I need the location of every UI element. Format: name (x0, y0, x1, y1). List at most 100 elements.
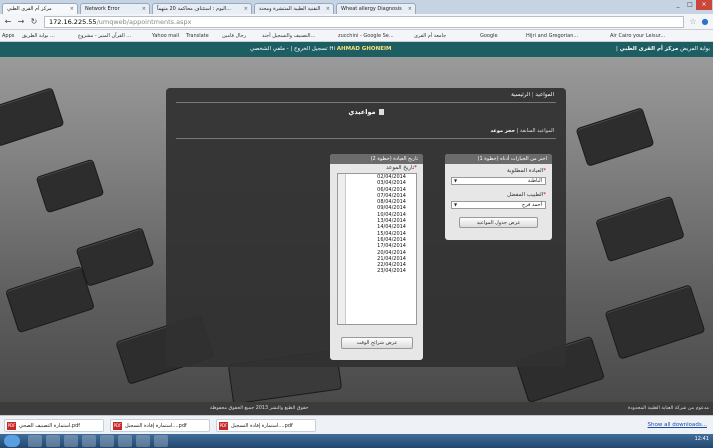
taskbar-app-icon[interactable] (46, 435, 60, 447)
tab-umm-alqura[interactable]: مركز أم القرى الطبي × (2, 3, 78, 14)
date-option[interactable]: 23/04/2014 (338, 268, 416, 274)
download-label: استمارة التصنيف الصحي.pdf (19, 423, 81, 429)
window-close-icon[interactable]: × (696, 0, 712, 10)
sub-tab-separator: | (516, 128, 519, 134)
taskbar: 12:41 (0, 434, 713, 448)
scrollbar[interactable] (338, 174, 346, 324)
forward-icon[interactable]: → (15, 16, 27, 28)
taskbar-app-icon[interactable] (28, 435, 42, 447)
date-label: تاريخ الموعد* (386, 165, 417, 171)
breadcrumb-home[interactable]: الرئيسية (511, 92, 530, 98)
taskbar-app-icon[interactable] (118, 435, 132, 447)
appointments-panel: المواعيد | الرئيسية مواعيدي المواعيد الس… (166, 88, 566, 367)
show-timeslots-button[interactable]: عرض شرائح الوقت (341, 337, 413, 349)
download-label: استمارة إفادة التسجيل....pdf (125, 423, 187, 429)
url-host: 172.16.225.55 (49, 18, 97, 26)
bookmark-item[interactable]: التصنيف والتسجيل أجند... (262, 30, 315, 41)
bookmark-item[interactable]: Air Cairo your Leisur... (610, 30, 665, 41)
page-title-text: مواعيدي (348, 108, 376, 116)
copyright-text: حقوق الطبع والنشر 2013 جميع الحقوق محفوظ… (210, 406, 309, 411)
tab-book-appointment[interactable]: حجز موعد (491, 128, 516, 134)
step1-title: اختر من الخيارات أدناه (خطوة 1) (445, 154, 552, 164)
close-icon[interactable]: × (244, 4, 248, 14)
close-icon[interactable]: × (408, 4, 412, 14)
bookmark-apps[interactable]: Apps (2, 30, 14, 41)
tab-label: Network Error (85, 6, 120, 12)
browser-tab-strip: مركز أم القرى الطبي × Network Error × اليو… (0, 0, 713, 14)
greeting: Hi (329, 46, 335, 52)
divider (176, 138, 556, 139)
url-path: /umqweb/appointments.aspx (96, 18, 192, 26)
site-header: تسجيل الخروج | - ملفي الشخصي Hi AHMAD GH… (0, 42, 713, 57)
tab-wheat-allergy[interactable]: Wheat allergy Diagnosis × (336, 3, 416, 14)
tab-medical[interactable]: التقنية الطبية المنتشرة ومحنة × (254, 3, 334, 14)
bookmark-item[interactable]: رجال قامين (222, 30, 246, 41)
url-input[interactable]: 172.16.225.55/umqweb/appointments.aspx (44, 16, 684, 28)
minimize-icon[interactable]: _ (672, 0, 684, 10)
back-icon[interactable]: ← (2, 16, 14, 28)
doctor-select-value: أحمد فرج (522, 202, 542, 208)
bookmark-item[interactable]: بوابة الطريق ... (22, 30, 55, 41)
sub-tabs: المواعيد السابقة | حجز موعد (491, 128, 554, 134)
star-icon[interactable]: ☆ (687, 16, 699, 28)
close-icon[interactable]: × (70, 4, 74, 14)
tab-news[interactable]: اليوم : استئناف محاكمة 20 متهماً... × (152, 3, 252, 14)
breadcrumb-current: المواعيد (535, 92, 554, 98)
show-all-downloads-link[interactable]: Show all downloads... (648, 419, 707, 431)
show-schedule-button[interactable]: عرض جدول المواعيد (459, 217, 538, 228)
taskbar-app-icon[interactable] (64, 435, 78, 447)
close-icon[interactable]: × (142, 4, 146, 14)
user-name: AHMAD GHONEIM (336, 46, 392, 52)
step1-box: اختر من الخيارات أدناه (خطوة 1) العيادة … (445, 154, 552, 240)
bookmark-item[interactable]: جامعة أم القرى (414, 30, 446, 41)
start-button[interactable] (4, 435, 20, 447)
bookmarks-bar: Apps بوابة الطريق ... القرآن المنير - مش… (0, 30, 713, 42)
taskbar-app-icon[interactable] (154, 435, 168, 447)
calendar-icon (378, 109, 384, 115)
maximize-icon[interactable]: □ (684, 0, 696, 10)
reload-icon[interactable]: ↻ (28, 16, 40, 28)
logout-link[interactable]: تسجيل الخروج (294, 46, 328, 52)
tab-label: التقنية الطبية المنتشرة ومحنة (259, 6, 321, 12)
bookmark-item[interactable]: Hijri and Gregorian... (526, 30, 578, 41)
pdf-icon: PDF (113, 422, 122, 430)
tab-label: Wheat allergy Diagnosis (341, 6, 402, 12)
clinic-label-text: العيادة المطلوبة (506, 168, 544, 174)
site-footer: حقوق الطبع والنشر 2013 جميع الحقوق محفوظ… (0, 402, 713, 415)
tab-network-error[interactable]: Network Error × (80, 3, 150, 14)
bookmark-google[interactable]: Google (480, 30, 498, 41)
powered-by-text: مدعوم من شركة العناية الطبية المحدودة (627, 406, 709, 411)
doctor-label-text: الطبيب المفضل (506, 192, 544, 198)
dropdown-arrow-icon: ▼ (454, 178, 458, 183)
close-icon[interactable]: × (326, 4, 330, 14)
clinic-label: العيادة المطلوبة* (507, 168, 546, 174)
user-menu: تسجيل الخروج | - ملفي الشخصي Hi AHMAD GH… (250, 46, 392, 52)
taskbar-app-icon[interactable] (100, 435, 114, 447)
clinic-select-value: الباطنة (527, 178, 542, 184)
breadcrumb: المواعيد | الرئيسية (511, 92, 554, 98)
taskbar-app-icon[interactable] (82, 435, 96, 447)
bookmark-item[interactable]: zucchini - Google Se... (338, 30, 394, 41)
clock: 12:41 (694, 436, 709, 442)
site-brand[interactable]: | بوابة المريض مركز أم القرى الطبي (616, 42, 710, 57)
tab-past-appointments[interactable]: المواعيد السابقة (520, 128, 554, 134)
required-icon: * (543, 168, 546, 174)
bookmark-item[interactable]: القرآن المنير - مشروع ... (78, 30, 131, 41)
extension-icon[interactable]: ● (699, 16, 711, 28)
download-item[interactable]: PDF استمارة إفادة التسجيل....pdf (110, 419, 210, 432)
bookmark-translate[interactable]: Translate (186, 30, 209, 41)
pdf-icon: PDF (7, 422, 16, 430)
date-listbox[interactable]: 02/04/2014 03/04/2014 06/04/2014 07/04/2014… (337, 173, 417, 325)
download-item[interactable]: PDF استمارة إفادة التسجيل....pdf (216, 419, 316, 432)
taskbar-app-icon[interactable] (136, 435, 150, 447)
date-rows: 02/04/2014 03/04/2014 06/04/2014 07/04/2014… (338, 174, 416, 275)
profile-link[interactable]: - ملفي الشخصي (250, 46, 289, 52)
tab-label: اليوم : استئناف محاكمة 20 متهماً... (157, 6, 231, 12)
bookmark-yahoo-mail[interactable]: Yahoo mail (152, 30, 179, 41)
dropdown-arrow-icon: ▼ (454, 202, 458, 207)
download-item[interactable]: PDF استمارة التصنيف الصحي.pdf (4, 419, 104, 432)
step2-title: تاريخ العيادة (خطوة 2) (330, 154, 423, 164)
divider (176, 102, 556, 103)
doctor-select[interactable]: ▼ أحمد فرج (451, 201, 546, 209)
clinic-select[interactable]: ▼ الباطنة (451, 177, 546, 185)
